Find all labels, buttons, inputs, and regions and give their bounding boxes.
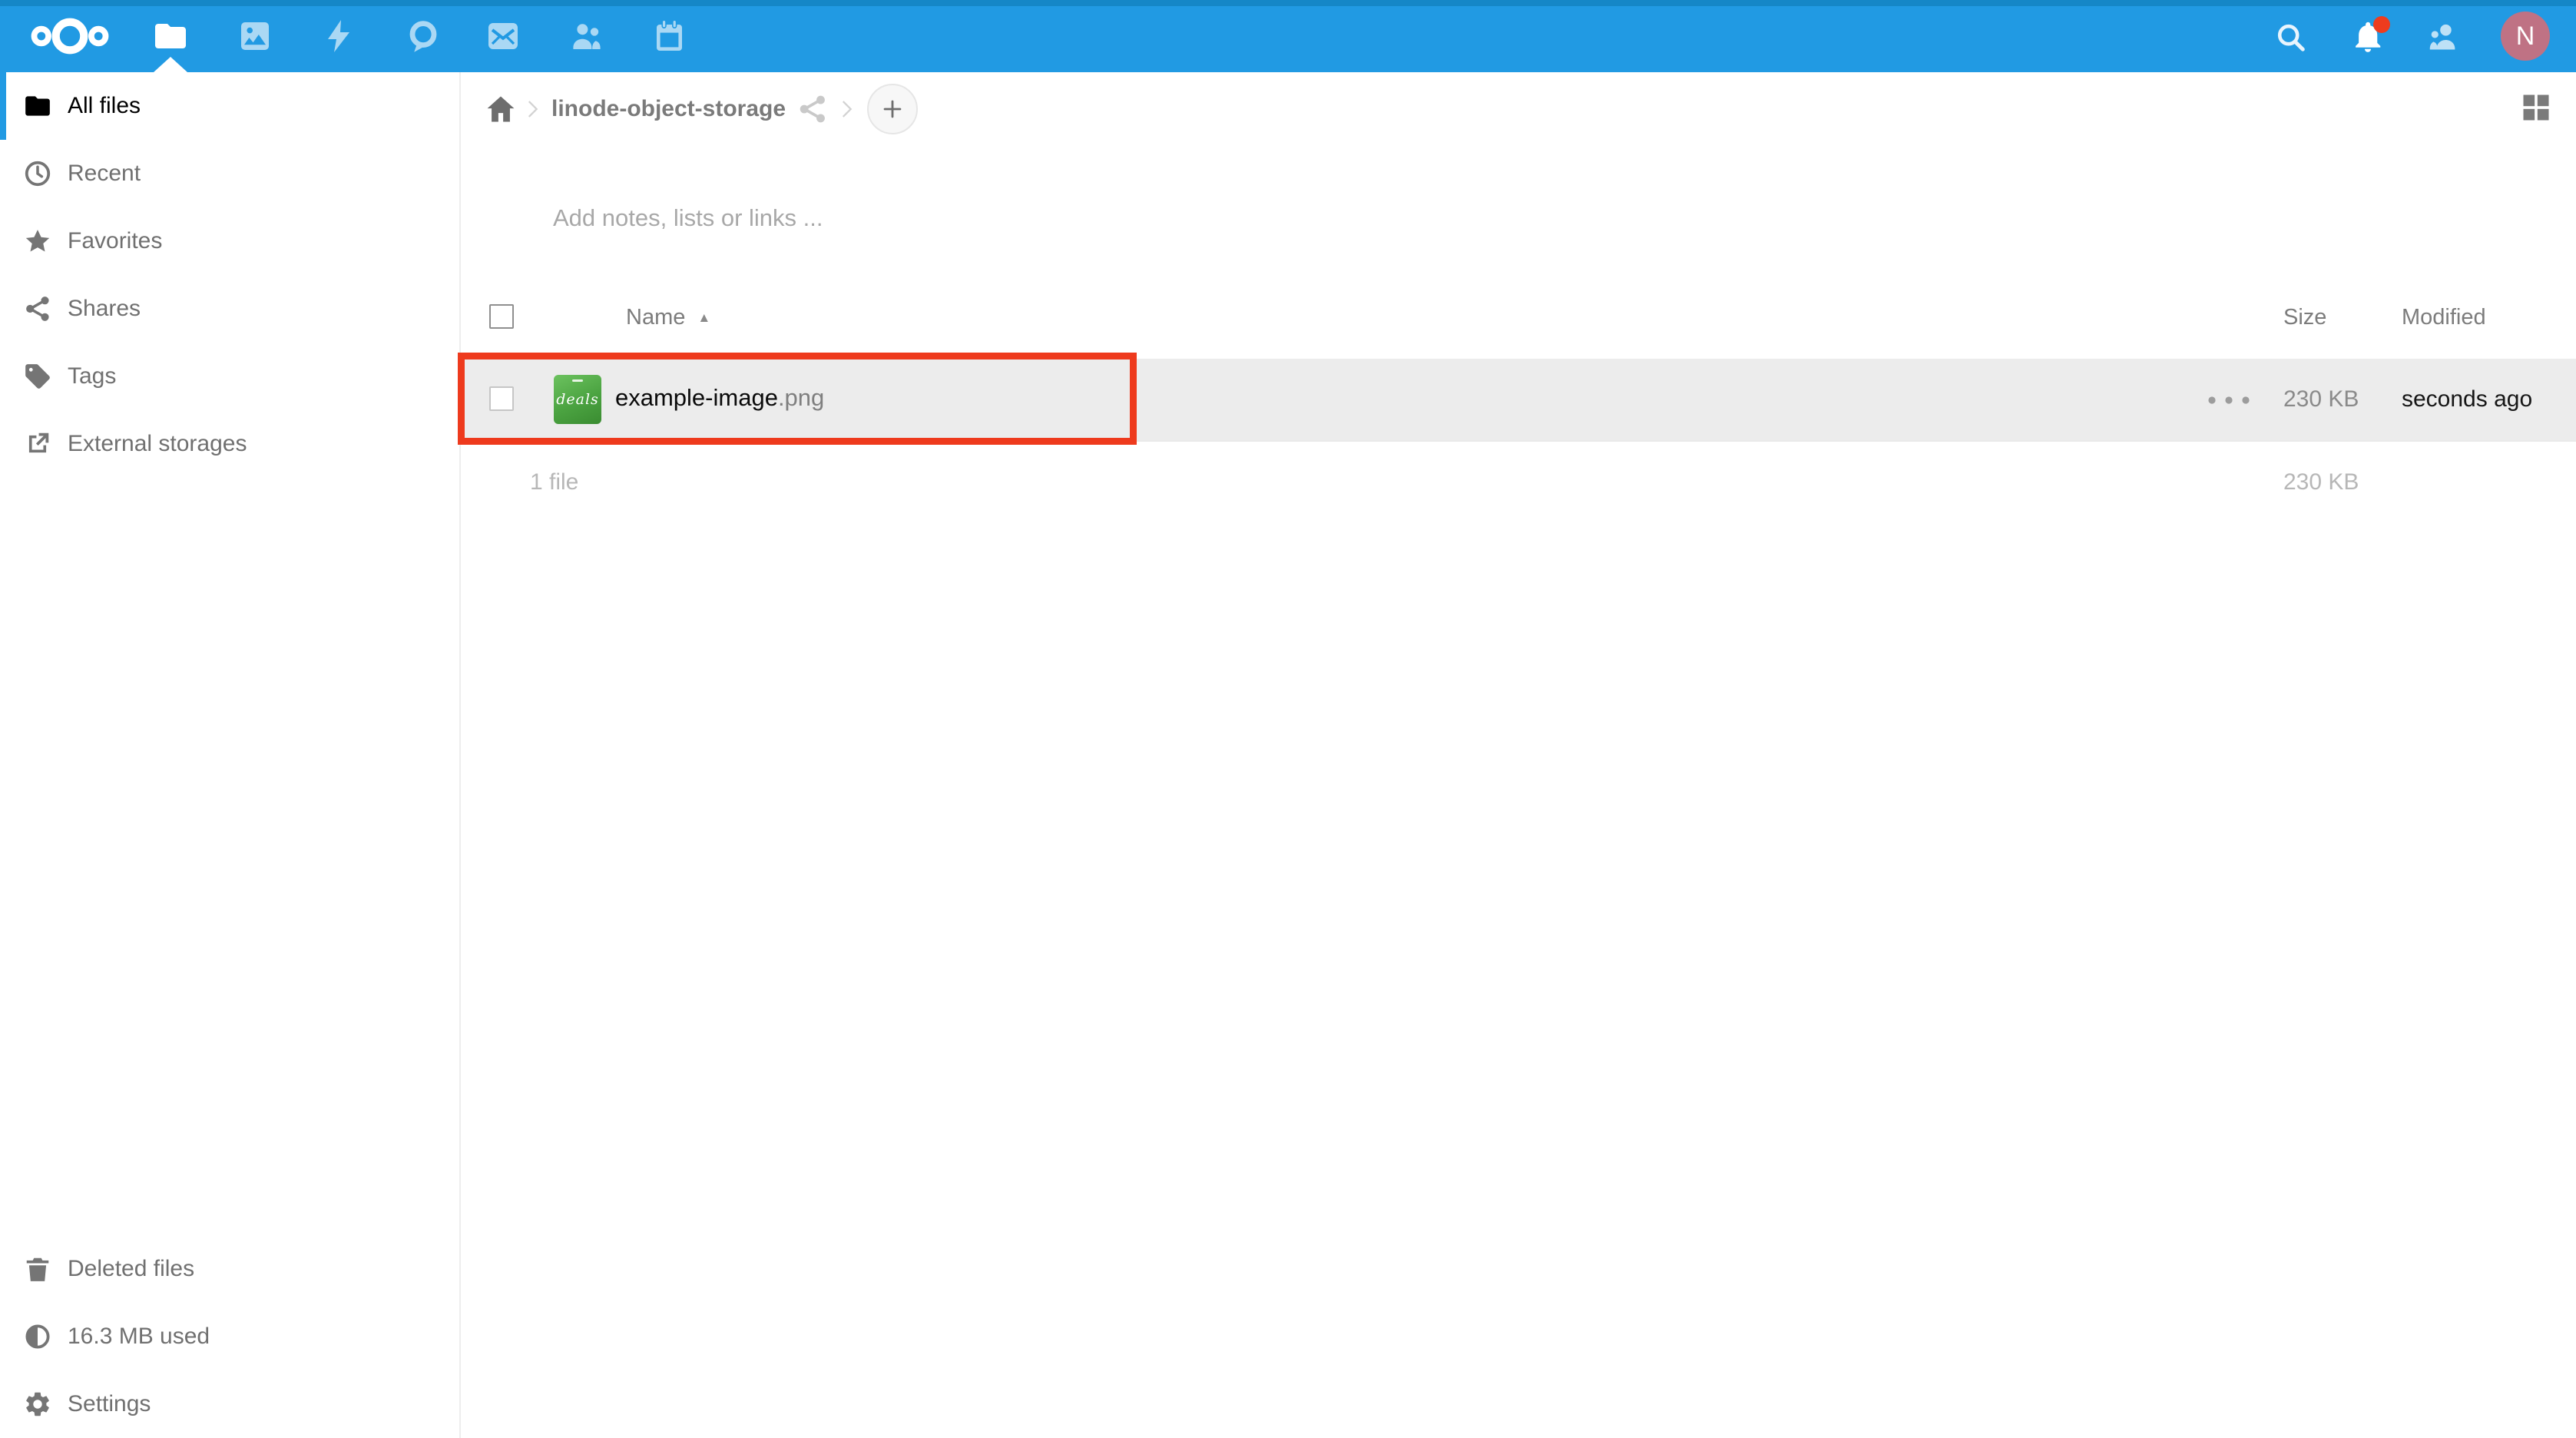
grid-view-icon (2519, 91, 2553, 124)
sidebar-item-label: Favorites (68, 228, 162, 254)
active-app-indicator (154, 57, 187, 72)
green-image-thumbnail: deals (554, 375, 601, 424)
sidebar-item-label: Deleted files (68, 1256, 194, 1282)
sidebar-item-label: Tags (68, 363, 116, 389)
nextcloud-files-page: N All files Recent Favorites (0, 0, 2576, 1438)
sidebar-item-all-files[interactable]: All files (0, 72, 459, 140)
summary-file-count: 1 file (530, 469, 578, 495)
quota-pie-icon (23, 1322, 52, 1351)
sidebar-item-label: 16.3 MB used (68, 1324, 210, 1350)
nextcloud-logo-icon[interactable] (28, 15, 112, 57)
sidebar-item-deleted-files[interactable]: Deleted files (0, 1235, 459, 1303)
file-modified: seconds ago (2402, 386, 2576, 413)
chevron-right-icon (519, 92, 545, 126)
file-actions-menu[interactable] (2204, 394, 2253, 406)
trash-icon (23, 1254, 52, 1284)
three-dots-icon (2204, 394, 2253, 406)
bell-icon[interactable] (2350, 19, 2386, 55)
file-name[interactable]: example-image.png (615, 384, 824, 412)
sidebar-item-quota[interactable]: 16.3 MB used (0, 1303, 459, 1370)
sidebar-item-shares[interactable]: Shares (0, 275, 459, 343)
files-content: linode-object-storage Add n (462, 72, 2576, 1438)
plus-icon (879, 96, 906, 122)
column-header-modified[interactable]: Modified (2402, 305, 2576, 330)
clock-icon (23, 159, 52, 188)
sidebar-item-label: Recent (68, 161, 141, 187)
select-all-checkbox[interactable] (489, 304, 514, 329)
talk-icon[interactable] (404, 18, 441, 55)
mail-icon[interactable] (485, 18, 521, 55)
photos-icon[interactable] (237, 18, 273, 55)
sidebar-item-label: All files (68, 93, 141, 119)
sidebar: All files Recent Favorites (0, 72, 461, 1438)
avatar[interactable]: N (2501, 12, 2550, 61)
filelist-header: Name ▲ Size Modified (462, 295, 2576, 341)
column-header-name[interactable]: Name ▲ (626, 305, 710, 330)
home-icon[interactable] (484, 92, 518, 126)
contacts-icon[interactable] (568, 18, 605, 55)
calendar-icon[interactable] (651, 18, 687, 55)
activity-icon[interactable] (320, 18, 357, 55)
sort-ascending-icon: ▲ (697, 310, 710, 326)
filelist-summary: 1 file 230 KB (462, 460, 2576, 506)
external-storage-icon (23, 429, 52, 459)
sidebar-item-favorites[interactable]: Favorites (0, 207, 459, 275)
star-icon (23, 227, 52, 256)
top-header-bar: N (0, 0, 2576, 72)
sidebar-footer: Deleted files 16.3 MB used Settings (0, 1235, 459, 1438)
breadcrumb-current-folder[interactable]: linode-object-storage (551, 96, 786, 122)
folder-icon (23, 91, 52, 121)
breadcrumb: linode-object-storage (462, 72, 2576, 146)
share-icon (23, 294, 52, 323)
file-row-checkbox[interactable] (489, 386, 514, 411)
gear-icon (23, 1390, 52, 1419)
sidebar-item-external-storages[interactable]: External storages (0, 410, 459, 478)
sidebar-item-label: Shares (68, 296, 141, 322)
sidebar-item-recent[interactable]: Recent (0, 140, 459, 207)
notification-dot (2373, 16, 2390, 33)
avatar-initial: N (2516, 22, 2535, 51)
files-folder-icon[interactable] (152, 18, 189, 55)
grid-view-toggle[interactable] (2519, 91, 2553, 124)
tag-icon (23, 362, 52, 391)
search-icon[interactable] (2273, 19, 2308, 55)
chevron-right-icon (833, 92, 859, 126)
notes-input[interactable]: Add notes, lists or links ... (553, 204, 823, 232)
share-icon[interactable] (796, 93, 829, 125)
add-new-button[interactable] (867, 84, 918, 134)
sidebar-item-label: Settings (68, 1391, 151, 1417)
sidebar-item-settings[interactable]: Settings (0, 1370, 459, 1438)
sidebar-item-label: External storages (68, 431, 247, 457)
sidebar-item-tags[interactable]: Tags (0, 343, 459, 410)
contacts-menu-icon[interactable] (2425, 19, 2461, 55)
file-row[interactable]: deals example-image.png 230 KB seconds a… (462, 359, 2576, 442)
summary-total-size: 230 KB (2283, 469, 2445, 495)
